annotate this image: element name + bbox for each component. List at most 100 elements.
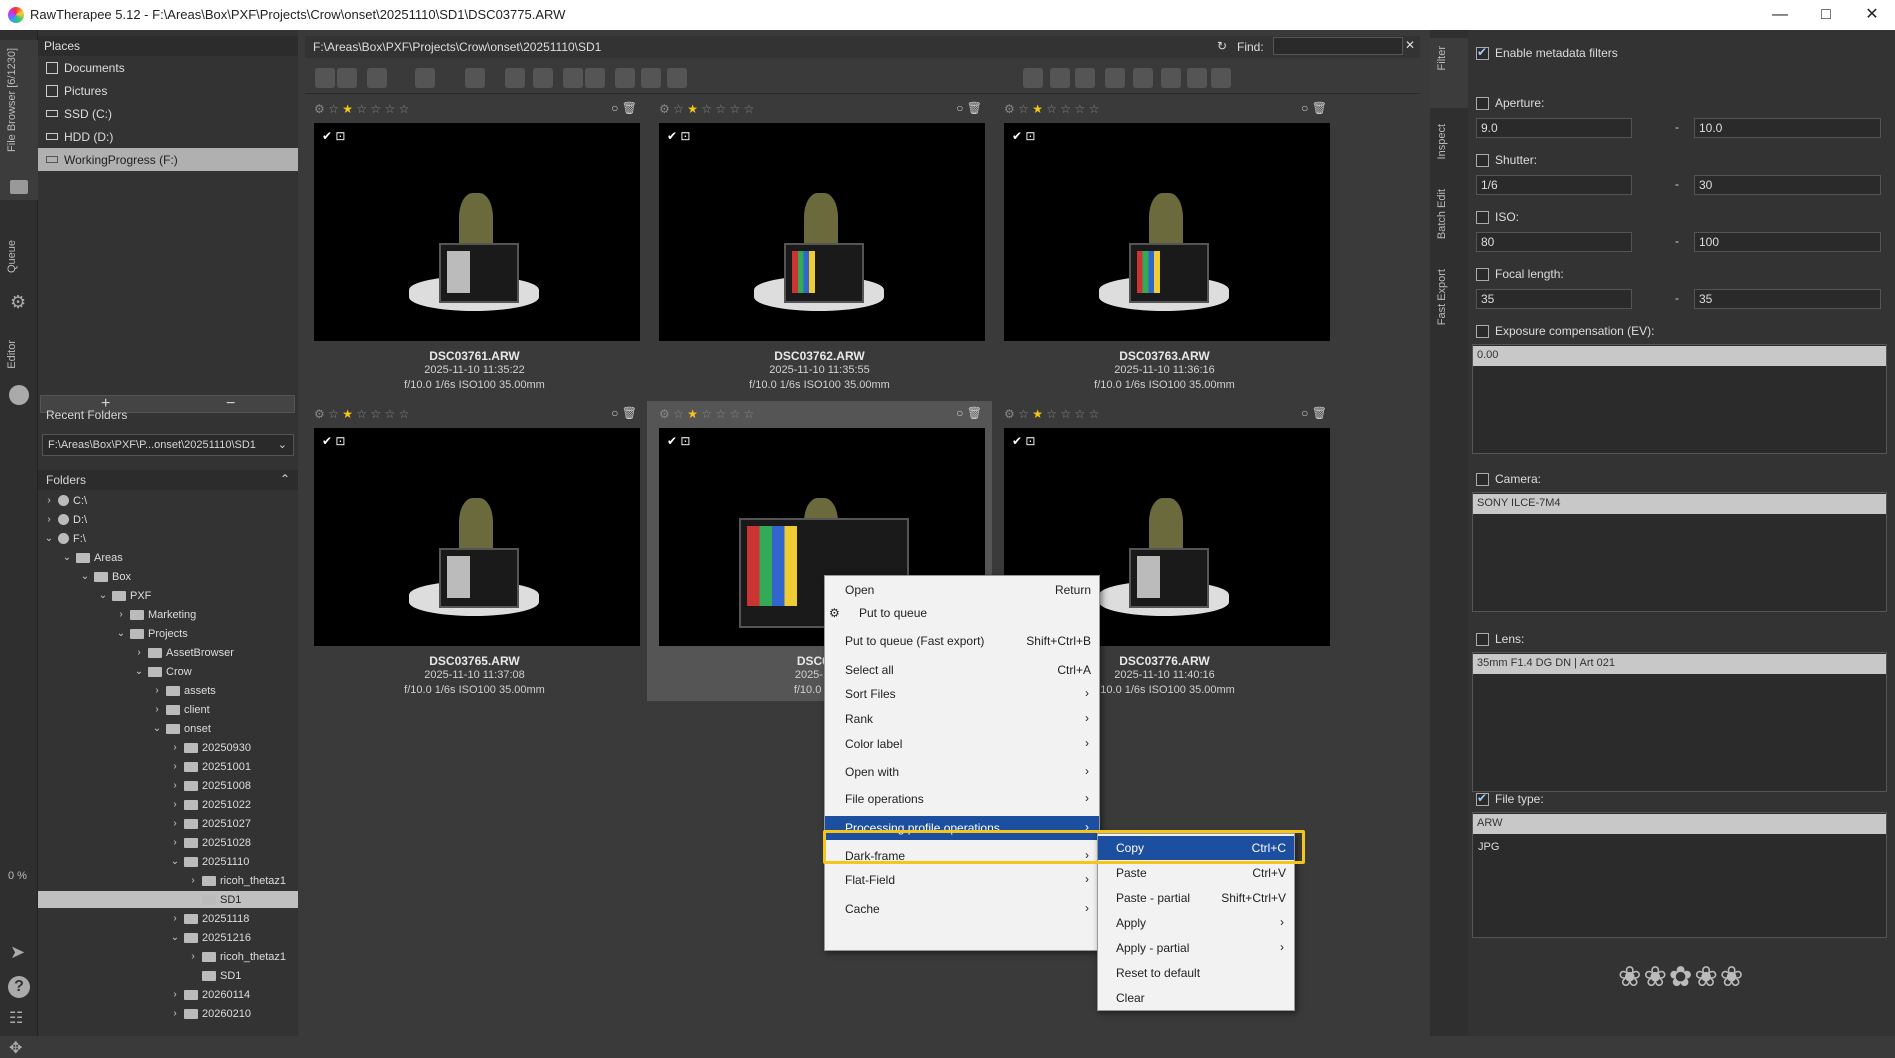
checkbox[interactable] <box>1476 210 1489 224</box>
menu-item[interactable]: Open with › <box>825 760 1099 784</box>
chevron-down-icon[interactable]: ⌄ <box>152 723 162 734</box>
checkbox[interactable] <box>1476 96 1489 110</box>
folder-tree-item[interactable]: SD1 <box>38 891 298 908</box>
shutter-max-field[interactable]: 30 <box>1694 175 1881 195</box>
chevron-right-icon[interactable]: › <box>170 761 180 772</box>
sidebar-toggle-icon[interactable] <box>315 68 335 88</box>
thumb-trash-icon[interactable]: ○ 🗑 <box>1301 101 1327 115</box>
tab-fast-export[interactable]: Fast Export <box>1430 265 1468 335</box>
tab-filter[interactable]: Filter <box>1430 38 1468 108</box>
chevron-right-icon[interactable]: › <box>116 609 126 620</box>
submenu-item[interactable]: Paste - partial Shift+Ctrl+V <box>1098 886 1294 910</box>
menu-item[interactable]: Put to queue (Fast export) Shift+Ctrl+B <box>825 629 1099 653</box>
menu-item[interactable]: Cache › <box>825 897 1099 921</box>
folder-tree-item[interactable]: ⌄ Projects <box>116 625 188 642</box>
hand-icon[interactable] <box>1023 68 1043 88</box>
path-bar[interactable]: F:\Areas\Box\PXF\Projects\Crow\onset\202… <box>305 36 1420 58</box>
file-type-item[interactable]: JPG <box>1478 841 1499 853</box>
thumb-trash-icon[interactable]: ○ 🗑 <box>1301 406 1327 420</box>
lens-toggle[interactable]: Lens: <box>1476 632 1524 646</box>
thumbnail-image[interactable]: ✔ ⊡ <box>314 123 640 341</box>
aperture-min-field[interactable]: 9.0 <box>1476 118 1632 138</box>
checkbox[interactable] <box>1476 632 1489 646</box>
rotate-left-icon[interactable] <box>1105 68 1125 88</box>
submenu-item[interactable]: Reset to default <box>1098 961 1294 985</box>
place-workingprogress[interactable]: WorkingProgress (F:) <box>38 148 298 171</box>
remove-place-button[interactable]: − <box>226 395 235 413</box>
folder-tree-item[interactable]: › C:\ <box>44 492 87 509</box>
thumbnail-card[interactable]: ⚙ ☆ ★ ☆ ☆ ☆ ☆ ○ 🗑 ✔ ⊡ DSC03762.ARW 2025-11-… <box>647 96 992 396</box>
folder-tree-item[interactable]: › 20260114 <box>170 986 250 1003</box>
chevron-right-icon[interactable]: › <box>170 989 180 1000</box>
checkbox[interactable] <box>1476 153 1489 167</box>
folder-tree-item[interactable]: ⌄ 20251216 <box>170 929 251 946</box>
place-ssd[interactable]: SSD (C:) <box>38 102 298 125</box>
aperture-max-field[interactable]: 10.0 <box>1694 118 1881 138</box>
folder-tree-item[interactable]: › 20251118 <box>170 910 249 927</box>
close-icon[interactable]: ✕ <box>1849 0 1895 30</box>
shutter-min-field[interactable]: 1/6 <box>1476 175 1632 195</box>
sidebar-right-icon[interactable] <box>1211 68 1231 88</box>
folder-tree-item[interactable]: › ricoh_thetaz1 <box>188 948 286 965</box>
submenu-item[interactable]: Paste Ctrl+V <box>1098 861 1294 885</box>
crop-icon[interactable] <box>1050 68 1070 88</box>
folder-tree-item[interactable]: ⌄ Crow <box>134 663 192 680</box>
lens-list-item[interactable]: 35mm F1.4 DG DN | Art 021 <box>1473 654 1886 674</box>
thumbnail-card[interactable]: ⚙ ☆ ★ ☆ ☆ ☆ ☆ ○ 🗑 ✔ ⊡ DSC03763.ARW 2025-11-… <box>992 96 1337 396</box>
ev-list-item[interactable]: 0.00 <box>1473 346 1886 366</box>
refresh-icon[interactable]: ↻ <box>1217 39 1227 53</box>
folder-tree-item[interactable]: ⌄ F:\ <box>44 530 86 547</box>
place-hdd[interactable]: HDD (D:) <box>38 125 298 148</box>
find-input[interactable] <box>1273 37 1403 55</box>
chevron-right-icon[interactable]: › <box>152 685 162 696</box>
thumb-trash-icon[interactable]: ○ 🗑 <box>956 101 982 115</box>
folder-tree-item[interactable]: › 20251001 <box>170 758 251 775</box>
preferences-icon[interactable]: ☷ <box>9 1008 23 1028</box>
chevron-down-icon[interactable]: ⌄ <box>170 932 180 943</box>
chevron-right-icon[interactable]: › <box>170 799 180 810</box>
rotate-right-icon[interactable] <box>1133 68 1153 88</box>
chevron-right-icon[interactable]: › <box>134 647 144 658</box>
focal-max-field[interactable]: 35 <box>1694 289 1881 309</box>
rating-stars[interactable]: ⚙ ☆ ★ ☆ ☆ ☆ ☆ <box>659 407 754 421</box>
clear-find-icon[interactable]: ✕ <box>1405 38 1415 52</box>
chevron-right-icon[interactable]: › <box>44 495 54 506</box>
menu-item[interactable]: Flat-Field › <box>825 868 1099 892</box>
rating-stars[interactable]: ⚙ ☆ ★ ☆ ☆ ☆ ☆ <box>1004 407 1099 421</box>
thumb-trash-icon[interactable]: ○ 🗑 <box>611 101 637 115</box>
menu-item[interactable]: File operations › <box>825 787 1099 811</box>
checkbox[interactable] <box>1476 472 1489 486</box>
menu-item[interactable]: Rank › <box>825 707 1099 731</box>
info-icon[interactable] <box>615 68 635 88</box>
checkbox[interactable] <box>1476 45 1489 60</box>
chevron-down-icon[interactable]: ⌄ <box>44 533 54 544</box>
file-type-toggle[interactable]: File type: <box>1476 791 1544 806</box>
maximize-icon[interactable]: □ <box>1803 0 1849 30</box>
thumbnail-card[interactable]: ⚙ ☆ ★ ☆ ☆ ☆ ☆ ○ 🗑 ✔ ⊡ DSC03765.ARW 2025-11-… <box>302 401 647 701</box>
shutter-toggle[interactable]: Shutter: <box>1476 153 1537 167</box>
file-type-item[interactable]: ARW <box>1473 814 1886 834</box>
checkbox[interactable] <box>1476 791 1489 806</box>
fullscreen-icon[interactable]: ✥ <box>9 1038 22 1058</box>
rating-stars[interactable]: ⚙ ☆ ★ ☆ ☆ ☆ ☆ <box>314 102 409 116</box>
chevron-right-icon[interactable]: › <box>44 514 54 525</box>
chevron-right-icon[interactable]: › <box>170 742 180 753</box>
submenu-item[interactable]: Apply › <box>1098 911 1294 935</box>
star-filter-icon[interactable] <box>367 68 387 88</box>
iso-max-field[interactable]: 100 <box>1694 232 1881 252</box>
chevron-down-icon[interactable]: ⌄ <box>62 552 72 563</box>
submenu-item[interactable]: Apply - partial › <box>1098 936 1294 960</box>
chevron-right-icon[interactable]: › <box>170 913 180 924</box>
thumbnail-image[interactable]: ✔ ⊡ <box>314 428 640 646</box>
chevron-right-icon[interactable]: › <box>188 875 198 886</box>
chevron-right-icon[interactable]: › <box>188 951 198 962</box>
flip-h-icon[interactable] <box>1161 68 1181 88</box>
chevron-down-icon[interactable]: ⌄ <box>116 628 126 639</box>
folder-tree-item[interactable]: ⌄ onset <box>152 720 211 737</box>
place-pictures[interactable]: Pictures <box>38 79 298 102</box>
thumbnail-image[interactable]: ✔ ⊡ <box>1004 123 1330 341</box>
checkbox[interactable] <box>1476 324 1489 338</box>
rating-stars[interactable]: ⚙ ☆ ★ ☆ ☆ ☆ ☆ <box>1004 102 1099 116</box>
folder-tree-item[interactable]: › client <box>152 701 209 718</box>
recent-folders-dropdown[interactable]: F:\Areas\Box\PXF\P...onset\20251110\SD1 ⌄ <box>42 434 294 456</box>
